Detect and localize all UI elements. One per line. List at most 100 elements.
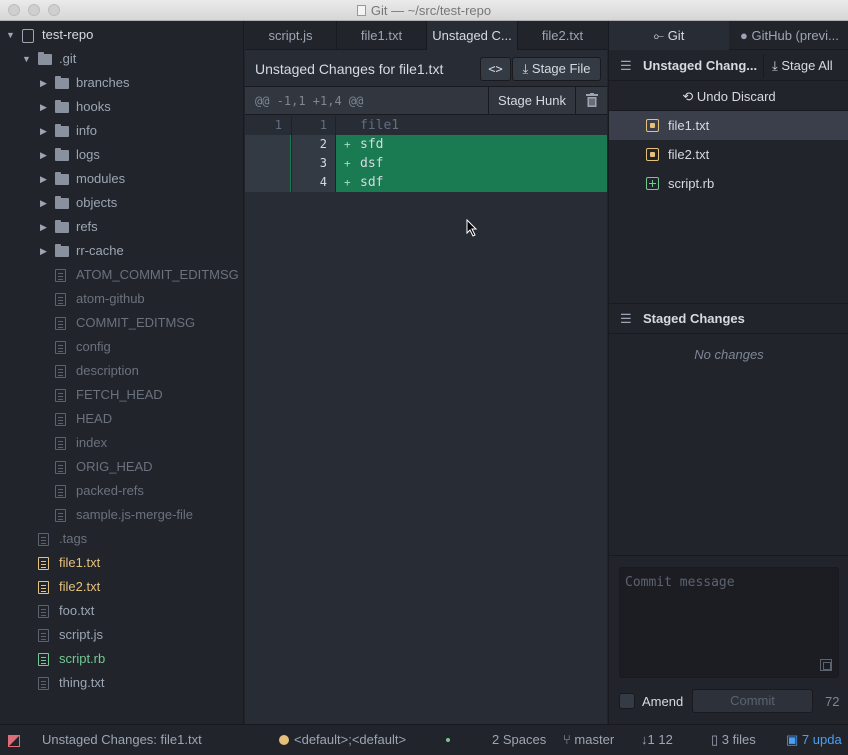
tab-script-js[interactable]: script.js bbox=[245, 21, 336, 50]
tree-folder-objects[interactable]: ▶ objects bbox=[0, 191, 243, 215]
tab-file1-txt[interactable]: file1.txt bbox=[337, 21, 426, 50]
tree-file-item[interactable]: HEAD bbox=[0, 407, 243, 431]
title-bar: Git — ~/src/test-repo bbox=[0, 0, 848, 21]
branch-icon: ⑂ bbox=[563, 732, 575, 747]
new-line-number: 1 bbox=[291, 116, 336, 135]
diff-line[interactable]: 3 + dsf bbox=[245, 154, 607, 173]
tree-file-item[interactable]: sample.js-merge-file bbox=[0, 503, 243, 527]
tree-item-label: script.js bbox=[59, 627, 104, 642]
modified-status-icon bbox=[646, 119, 659, 132]
tree-file-item[interactable]: FETCH_HEAD bbox=[0, 383, 243, 407]
tree-root-test-repo[interactable]: ▼ test-repo bbox=[0, 23, 243, 47]
tree-folder-branches[interactable]: ▶ branches bbox=[0, 71, 243, 95]
chevron-right-icon[interactable]: ▶ bbox=[40, 143, 47, 167]
history-icon: ⟲ bbox=[682, 89, 697, 104]
chevron-down-icon[interactable]: ▼ bbox=[6, 23, 15, 47]
tree-item-label: logs bbox=[76, 147, 100, 162]
chevron-right-icon[interactable]: ▶ bbox=[40, 167, 47, 191]
tree-item-label: rr-cache bbox=[76, 243, 124, 258]
tree-file-item[interactable]: script.js bbox=[0, 623, 243, 647]
chevron-down-icon[interactable]: ▼ bbox=[22, 47, 31, 71]
new-line-number: 2 bbox=[291, 135, 336, 154]
indent-selector[interactable]: 2 Spaces bbox=[492, 725, 546, 755]
unstaged-file-item[interactable]: script.rb bbox=[609, 169, 848, 198]
tab-unstaged-changes[interactable]: Unstaged C... bbox=[427, 21, 517, 50]
status-bar: Unstaged Changes: file1.txt <default>;<d… bbox=[0, 724, 848, 755]
tab-git[interactable]: ⟜ Git bbox=[609, 21, 729, 50]
undo-discard-button[interactable]: ⟲ Undo Discard bbox=[609, 82, 848, 111]
diff-line[interactable]: 4 + sdf bbox=[245, 173, 607, 192]
tree-file-item[interactable]: ORIG_HEAD bbox=[0, 455, 243, 479]
tree-file-item[interactable]: script.rb bbox=[0, 647, 243, 671]
chevron-right-icon[interactable]: ▶ bbox=[40, 71, 47, 95]
unstaged-file-item[interactable]: file1.txt bbox=[609, 111, 848, 140]
tree-item-label: thing.txt bbox=[59, 675, 105, 690]
tree-file-item[interactable]: thing.txt bbox=[0, 671, 243, 695]
branch-selector[interactable]: ⑂ master bbox=[563, 725, 614, 755]
tree-file-item[interactable]: config bbox=[0, 335, 243, 359]
tree-file-item[interactable]: description bbox=[0, 359, 243, 383]
tree-item-label: modules bbox=[76, 171, 126, 186]
tree-folder-hooks[interactable]: ▶ hooks bbox=[0, 95, 243, 119]
diff-marker: + bbox=[344, 138, 351, 151]
tree-item-label: .git bbox=[59, 51, 77, 66]
package-icon: ▣ bbox=[786, 732, 802, 747]
file-text-icon bbox=[55, 461, 66, 474]
tab-github[interactable]: ● GitHub (previ... bbox=[730, 21, 848, 50]
tree-item-label: info bbox=[76, 123, 97, 138]
expand-icon[interactable] bbox=[820, 659, 832, 671]
diff-marker: + bbox=[344, 157, 351, 170]
stage-all-button[interactable]: ⤓ Stage All bbox=[772, 51, 833, 81]
tab-file2-txt[interactable]: file2.txt bbox=[518, 21, 607, 50]
old-line-number bbox=[245, 173, 290, 192]
chevron-right-icon[interactable]: ▶ bbox=[40, 95, 47, 119]
tree-file-item[interactable]: COMMIT_EDITMSG bbox=[0, 311, 243, 335]
toggle-view-button[interactable]: <> bbox=[480, 57, 511, 81]
chevron-right-icon[interactable]: ▶ bbox=[40, 215, 47, 239]
stage-hunk-button[interactable]: Stage Hunk bbox=[488, 87, 575, 114]
discard-hunk-button[interactable] bbox=[575, 87, 607, 114]
tree-item-label: description bbox=[76, 363, 139, 378]
tree-file-item[interactable]: foo.txt bbox=[0, 599, 243, 623]
amend-checkbox[interactable] bbox=[619, 693, 635, 709]
file-text-icon bbox=[55, 269, 66, 282]
tree-file-item[interactable]: .tags bbox=[0, 527, 243, 551]
tree-file-item[interactable]: file1.txt bbox=[0, 551, 243, 575]
unstaged-file-item[interactable]: file2.txt bbox=[609, 140, 848, 169]
tree-folder-modules[interactable]: ▶ modules bbox=[0, 167, 243, 191]
changed-files-button[interactable]: ▯ 3 files bbox=[711, 725, 756, 755]
old-line-number bbox=[245, 135, 290, 154]
document-icon bbox=[356, 5, 366, 16]
status-file[interactable]: Unstaged Changes: file1.txt bbox=[42, 725, 202, 755]
grammar-selector[interactable]: <default>;<default> bbox=[279, 725, 406, 755]
tree-file-item[interactable]: packed-refs bbox=[0, 479, 243, 503]
tree-item-label: atom-github bbox=[76, 291, 145, 306]
tree-folder-logs[interactable]: ▶ logs bbox=[0, 143, 243, 167]
chevron-right-icon[interactable]: ▶ bbox=[40, 119, 47, 143]
chevron-right-icon[interactable]: ▶ bbox=[40, 191, 47, 215]
tree-folder-rr-cache[interactable]: ▶ rr-cache bbox=[0, 239, 243, 263]
file-text-icon bbox=[55, 389, 66, 402]
tree-folder-info[interactable]: ▶ info bbox=[0, 119, 243, 143]
new-line-number: 3 bbox=[291, 154, 336, 173]
chevron-right-icon[interactable]: ▶ bbox=[40, 239, 47, 263]
commit-button[interactable]: Commit bbox=[692, 689, 813, 713]
tree-file-item[interactable]: file2.txt bbox=[0, 575, 243, 599]
tree-file-item[interactable]: index bbox=[0, 431, 243, 455]
commit-message-input[interactable] bbox=[620, 568, 838, 677]
tree-item-label: COMMIT_EDITMSG bbox=[76, 315, 196, 330]
tree-file-item[interactable]: atom-github bbox=[0, 287, 243, 311]
folder-icon bbox=[55, 76, 69, 89]
push-pull-button[interactable]: ↓1 12 bbox=[641, 725, 673, 755]
tree-folder-git[interactable]: ▼ .git bbox=[0, 47, 243, 71]
tree-folder-refs[interactable]: ▶ refs bbox=[0, 215, 243, 239]
tree-item-label: file1.txt bbox=[59, 555, 101, 570]
updates-button[interactable]: ▣ 7 upda bbox=[786, 725, 842, 755]
folder-icon bbox=[55, 196, 69, 209]
stage-file-button[interactable]: ⤓ Stage File bbox=[512, 57, 601, 81]
diff-line[interactable]: 2 + sfd bbox=[245, 135, 607, 154]
diff-line[interactable]: 1 1 file1 bbox=[245, 116, 607, 135]
file-text-icon bbox=[38, 677, 49, 690]
git-status-icon[interactable] bbox=[8, 735, 20, 747]
tree-file-item[interactable]: ATOM_COMMIT_EDITMSG bbox=[0, 263, 243, 287]
